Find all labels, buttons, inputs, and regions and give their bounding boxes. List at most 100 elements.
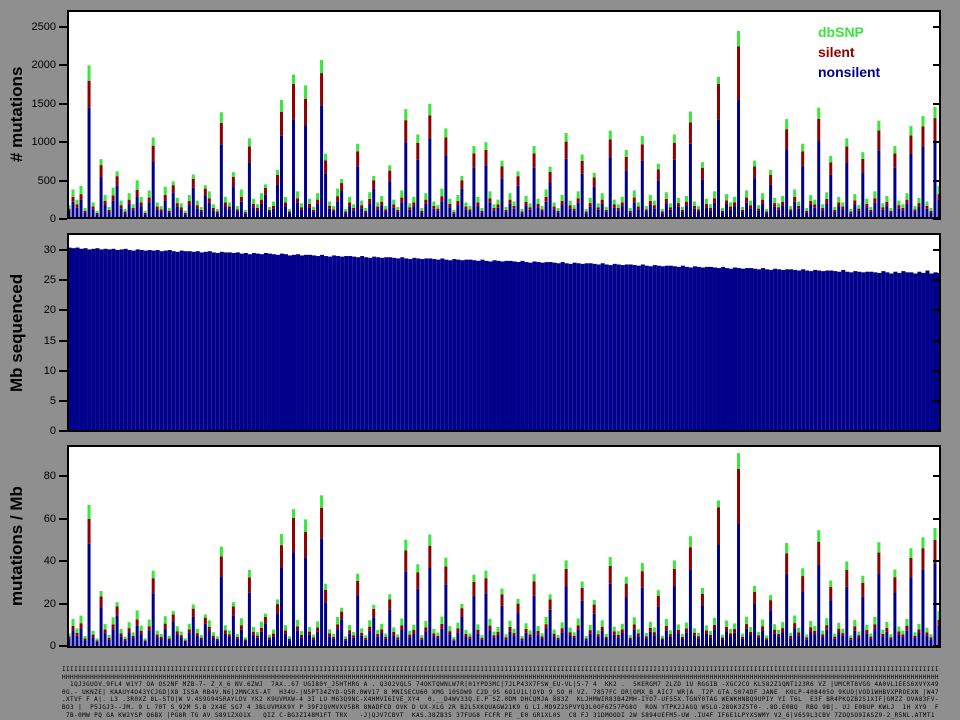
- bar-segment: [120, 205, 123, 208]
- bar-segment: [553, 207, 556, 210]
- bar-segment: [829, 162, 832, 175]
- bar-segment: [208, 631, 211, 646]
- bar-segment: [565, 159, 568, 219]
- bar-segment: [881, 271, 885, 431]
- bar-segment: [164, 200, 167, 219]
- bar-segment: [593, 187, 596, 219]
- bar-segment: [496, 204, 499, 207]
- bar-segment: [645, 638, 648, 646]
- bar-segment: [769, 185, 772, 219]
- bar-segment: [853, 271, 857, 431]
- bar-segment: [208, 198, 211, 203]
- bar-segment: [284, 254, 288, 431]
- bar-segment: [128, 250, 132, 431]
- bar-segment: [581, 154, 584, 160]
- bar-segment: [645, 636, 648, 638]
- bar-segment: [384, 639, 387, 646]
- y-tick-left: [59, 603, 67, 605]
- bar-segment: [609, 265, 613, 431]
- bar-segment: [188, 624, 191, 630]
- bar-segment: [561, 632, 564, 646]
- bar-segment: [905, 204, 908, 219]
- bar-segment: [585, 263, 589, 431]
- bar-segment: [801, 144, 804, 152]
- bar-segment: [865, 272, 869, 431]
- bar-segment: [324, 160, 327, 173]
- bar-segment: [933, 118, 936, 140]
- bar-segment: [480, 635, 483, 638]
- bar-segment: [669, 637, 672, 646]
- bar-segment: [933, 107, 936, 118]
- y-tick-label: 10: [8, 365, 56, 378]
- bar-segment: [88, 505, 91, 519]
- bar-segment: [244, 212, 247, 214]
- bar-segment: [264, 623, 267, 646]
- bar-segment: [240, 197, 243, 202]
- bar-segment: [609, 566, 612, 584]
- bar-segment: [500, 178, 503, 219]
- bar-segment: [629, 211, 632, 213]
- bar-segment: [196, 201, 199, 206]
- bar-segment: [709, 267, 713, 431]
- bar-segment: [653, 632, 656, 635]
- bar-segment: [821, 271, 825, 431]
- bar-segment: [136, 249, 140, 431]
- bar-segment: [472, 153, 475, 168]
- bar-segment: [156, 635, 159, 638]
- bar-segment: [308, 199, 311, 204]
- bar-segment: [849, 635, 852, 638]
- bar-segment: [412, 625, 415, 630]
- bar-segment: [725, 194, 728, 200]
- bar-segment: [765, 269, 769, 431]
- bar-segment: [745, 617, 748, 624]
- bar-segment: [841, 636, 844, 646]
- bar-segment: [605, 639, 608, 646]
- bar-segment: [585, 640, 588, 646]
- bar-segment: [468, 633, 471, 636]
- bar-segment: [336, 196, 339, 201]
- bar-segment: [164, 251, 168, 431]
- bar-segment: [581, 161, 584, 174]
- bar-segment: [517, 262, 521, 431]
- bar-segment: [629, 638, 632, 640]
- bar-segment: [517, 176, 520, 186]
- bar-segment: [368, 258, 372, 431]
- y-tick-left: [59, 340, 67, 342]
- bar-segment: [861, 583, 864, 597]
- bar-segment: [164, 195, 167, 200]
- bar-segment: [829, 580, 832, 587]
- bar-segment: [376, 257, 380, 431]
- bar-segment: [488, 198, 491, 203]
- bar-segment: [917, 272, 921, 431]
- bar-segment: [577, 630, 580, 646]
- y-tick-left: [59, 64, 67, 66]
- bar-segment: [649, 201, 652, 205]
- bar-segment: [789, 633, 792, 636]
- y-tick-left: [59, 249, 67, 251]
- bar-segment: [897, 627, 900, 632]
- bar-segment: [264, 184, 267, 187]
- bar-segment: [905, 619, 908, 626]
- bar-segment: [597, 203, 600, 207]
- bar-segment: [557, 638, 560, 640]
- bar-segment: [761, 626, 764, 630]
- bar-segment: [364, 211, 367, 213]
- bar-segment: [200, 638, 203, 640]
- bar-segment: [677, 633, 680, 646]
- bar-segment: [597, 264, 601, 431]
- bar-segment: [665, 626, 668, 630]
- bar-segment: [188, 629, 191, 633]
- bar-segment: [296, 198, 299, 203]
- bar-segment: [440, 189, 443, 197]
- bar-segment: [569, 205, 572, 208]
- bar-segment: [280, 136, 283, 219]
- bar-segment: [88, 519, 91, 544]
- bar-segment: [152, 578, 155, 593]
- y-tick-left: [59, 279, 67, 281]
- bar-segment: [673, 586, 676, 646]
- bar-segment: [208, 627, 211, 631]
- bar-segment: [356, 144, 359, 152]
- bar-segment: [424, 621, 427, 627]
- bar-segment: [116, 171, 119, 176]
- bar-segment: [164, 629, 167, 646]
